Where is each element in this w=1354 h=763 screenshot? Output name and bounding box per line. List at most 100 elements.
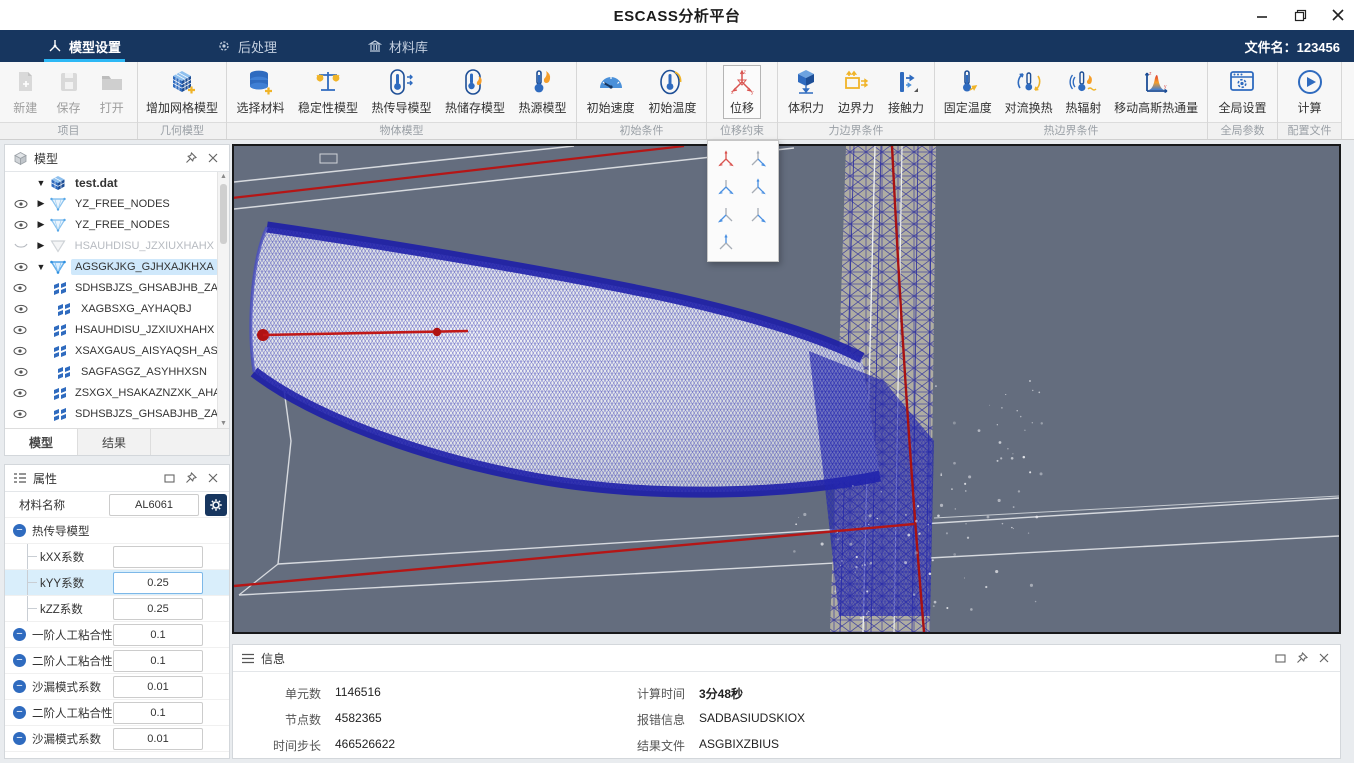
close-button[interactable] [1330, 7, 1346, 23]
hourglass-input-2[interactable] [113, 728, 203, 750]
tab-post-processing[interactable]: 后处理 [199, 30, 295, 62]
expand-arrow-icon[interactable]: ▼ [35, 262, 47, 272]
tree-item-root[interactable]: ▼ test.dat [5, 172, 218, 193]
pin-icon[interactable] [183, 150, 199, 166]
scroll-up-icon[interactable]: ▲ [218, 172, 229, 182]
visibility-eye-icon[interactable] [13, 388, 27, 398]
tree-item-part[interactable]: XSAXGAUS_AISYAQSH_ASHX [5, 340, 218, 361]
section-heat-conduction[interactable]: − 热传导模型 [5, 518, 229, 544]
kzz-input[interactable] [113, 598, 203, 620]
tree-item-part[interactable]: ZSXGX_HSAKAZNZXK_AHASX [5, 382, 218, 403]
initial-temperature-icon [658, 68, 686, 96]
open-button[interactable]: 打开 [94, 66, 130, 118]
displacement-option-axis-xyz[interactable] [710, 145, 742, 173]
visibility-eye-icon[interactable] [13, 262, 29, 272]
thermal-radiation-button[interactable]: 热辐射 [1061, 66, 1105, 118]
collapse-arrow-icon[interactable]: ▶ [35, 219, 47, 230]
visibility-eye-icon[interactable] [13, 283, 27, 293]
nodeset-triangle-icon [49, 197, 67, 211]
visibility-eye-icon[interactable] [13, 325, 27, 335]
pin-icon[interactable] [183, 470, 199, 486]
tab-material-library[interactable]: 材料库 [350, 30, 446, 62]
displacement-option-axis-x[interactable] [710, 201, 742, 229]
collapse-arrow-icon[interactable]: ▶ [35, 240, 47, 251]
pin-icon[interactable] [1294, 650, 1310, 666]
displacement-button[interactable]: zxy 位移 [724, 66, 760, 118]
material-gear-button[interactable] [205, 494, 227, 516]
close-panel-icon[interactable] [205, 150, 221, 166]
body-force-button[interactable]: 体积力 [784, 66, 828, 118]
moving-gauss-flux-button[interactable]: zy 移动高斯热通量 [1110, 66, 1202, 118]
fixed-temperature-button[interactable]: 固定温度 [940, 66, 996, 118]
tree-item-part[interactable]: SDHSBJZS_GHSABJHB_ZAHU [5, 403, 218, 424]
scrollbar-thumb[interactable] [220, 184, 227, 244]
collapse-minus-icon[interactable]: − [13, 706, 26, 719]
tree-item-part[interactable]: SDHSBJZS_GHSABJHB_ZAHU [5, 277, 218, 298]
float-panel-icon[interactable] [1272, 650, 1288, 666]
displacement-option-axis-z[interactable] [710, 229, 742, 257]
select-material-button[interactable]: 选择材料 [232, 66, 288, 118]
viewport-3d[interactable] [232, 144, 1341, 634]
boundary-force-button[interactable]: 边界力 [834, 66, 878, 118]
displacement-option-axis-yz[interactable] [742, 145, 774, 173]
expand-arrow-icon[interactable]: ▼ [35, 178, 47, 188]
tree-item-nodeset[interactable]: ▶ YZ_FREE_NODES [5, 193, 218, 214]
new-button[interactable]: 新建 [7, 66, 43, 118]
visibility-eye-icon[interactable] [13, 199, 29, 209]
ribbon-group-project: 新建 保存 打开 项目 [0, 62, 138, 139]
visibility-eye-icon[interactable] [13, 220, 29, 230]
float-panel-icon[interactable] [161, 470, 177, 486]
displacement-option-axis-xy[interactable] [710, 173, 742, 201]
displacement-option-axis-xz[interactable] [742, 173, 774, 201]
tree-scrollbar[interactable]: ▲ ▼ [217, 172, 229, 429]
visibility-eye-icon[interactable] [13, 409, 27, 419]
add-mesh-model-button[interactable]: 增加网格模型 [142, 66, 222, 118]
save-icon [55, 68, 83, 96]
global-settings-button[interactable]: 全局设置 [1214, 66, 1270, 118]
visibility-eye-icon[interactable] [13, 367, 29, 377]
first-viscosity-input[interactable] [113, 624, 203, 646]
collapse-minus-icon[interactable]: − [13, 654, 26, 667]
tree-item-part[interactable]: SAGFASGZ_ASYHHXSN [5, 361, 218, 382]
collapse-arrow-icon[interactable]: ▶ [35, 198, 47, 209]
initial-temperature-button[interactable]: 初始温度 [644, 66, 700, 118]
visibility-eye-closed-icon[interactable] [13, 241, 29, 251]
close-panel-icon[interactable] [205, 470, 221, 486]
kyy-input[interactable] [113, 572, 203, 594]
tree-item-nodeset-hidden[interactable]: ▶ HSAUHDISU_JZXIUXHAHX [5, 235, 218, 256]
collapse-minus-icon[interactable]: − [13, 732, 26, 745]
heat-source-model-button[interactable]: 热源模型 [514, 66, 570, 118]
initial-velocity-button[interactable]: 初始速度 [583, 66, 639, 118]
visibility-eye-icon[interactable] [13, 304, 29, 314]
tree-item-nodeset[interactable]: ▶ YZ_FREE_NODES [5, 214, 218, 235]
tree-item-part[interactable]: HSAUHDISU_JZXIUXHAHX [5, 319, 218, 340]
heat-conduction-model-button[interactable]: 热传导模型 [367, 66, 435, 118]
second-viscosity-input[interactable] [113, 650, 203, 672]
tab-model[interactable]: 模型 [5, 429, 78, 455]
compute-button[interactable]: 计算 [1292, 66, 1328, 118]
stability-model-button[interactable]: 稳定性模型 [294, 66, 362, 118]
tab-results[interactable]: 结果 [78, 429, 151, 455]
displacement-option-axis-y[interactable] [742, 201, 774, 229]
tree-item-part[interactable]: XAGBSXG_AYHAQBJ [5, 298, 218, 319]
collapse-minus-icon[interactable]: − [13, 628, 26, 641]
material-name-input[interactable] [109, 494, 199, 516]
hourglass-input[interactable] [113, 676, 203, 698]
minimize-button[interactable] [1254, 7, 1270, 23]
collapse-minus-icon[interactable]: − [13, 524, 26, 537]
time-step-value: 466526622 [335, 737, 395, 754]
heat-storage-model-button[interactable]: 热储存模型 [441, 66, 509, 118]
tree-branch-line [27, 544, 40, 569]
tab-model-setup[interactable]: 模型设置 [30, 30, 139, 62]
collapse-minus-icon[interactable]: − [13, 680, 26, 693]
close-panel-icon[interactable] [1316, 650, 1332, 666]
group-label-thermal-boundary: 热边界条件 [935, 122, 1207, 139]
contact-force-button[interactable]: 接触力 [884, 66, 928, 118]
kxx-input[interactable] [113, 546, 203, 568]
convection-button[interactable]: 对流换热 [1001, 66, 1057, 118]
second-viscosity-input-2[interactable] [113, 702, 203, 724]
tree-item-nodeset-selected[interactable]: ▼ AGSGKJKG_GJHXAJKHXA [5, 256, 218, 277]
visibility-eye-icon[interactable] [13, 346, 27, 356]
restore-button[interactable] [1292, 7, 1308, 23]
save-button[interactable]: 保存 [51, 66, 87, 118]
